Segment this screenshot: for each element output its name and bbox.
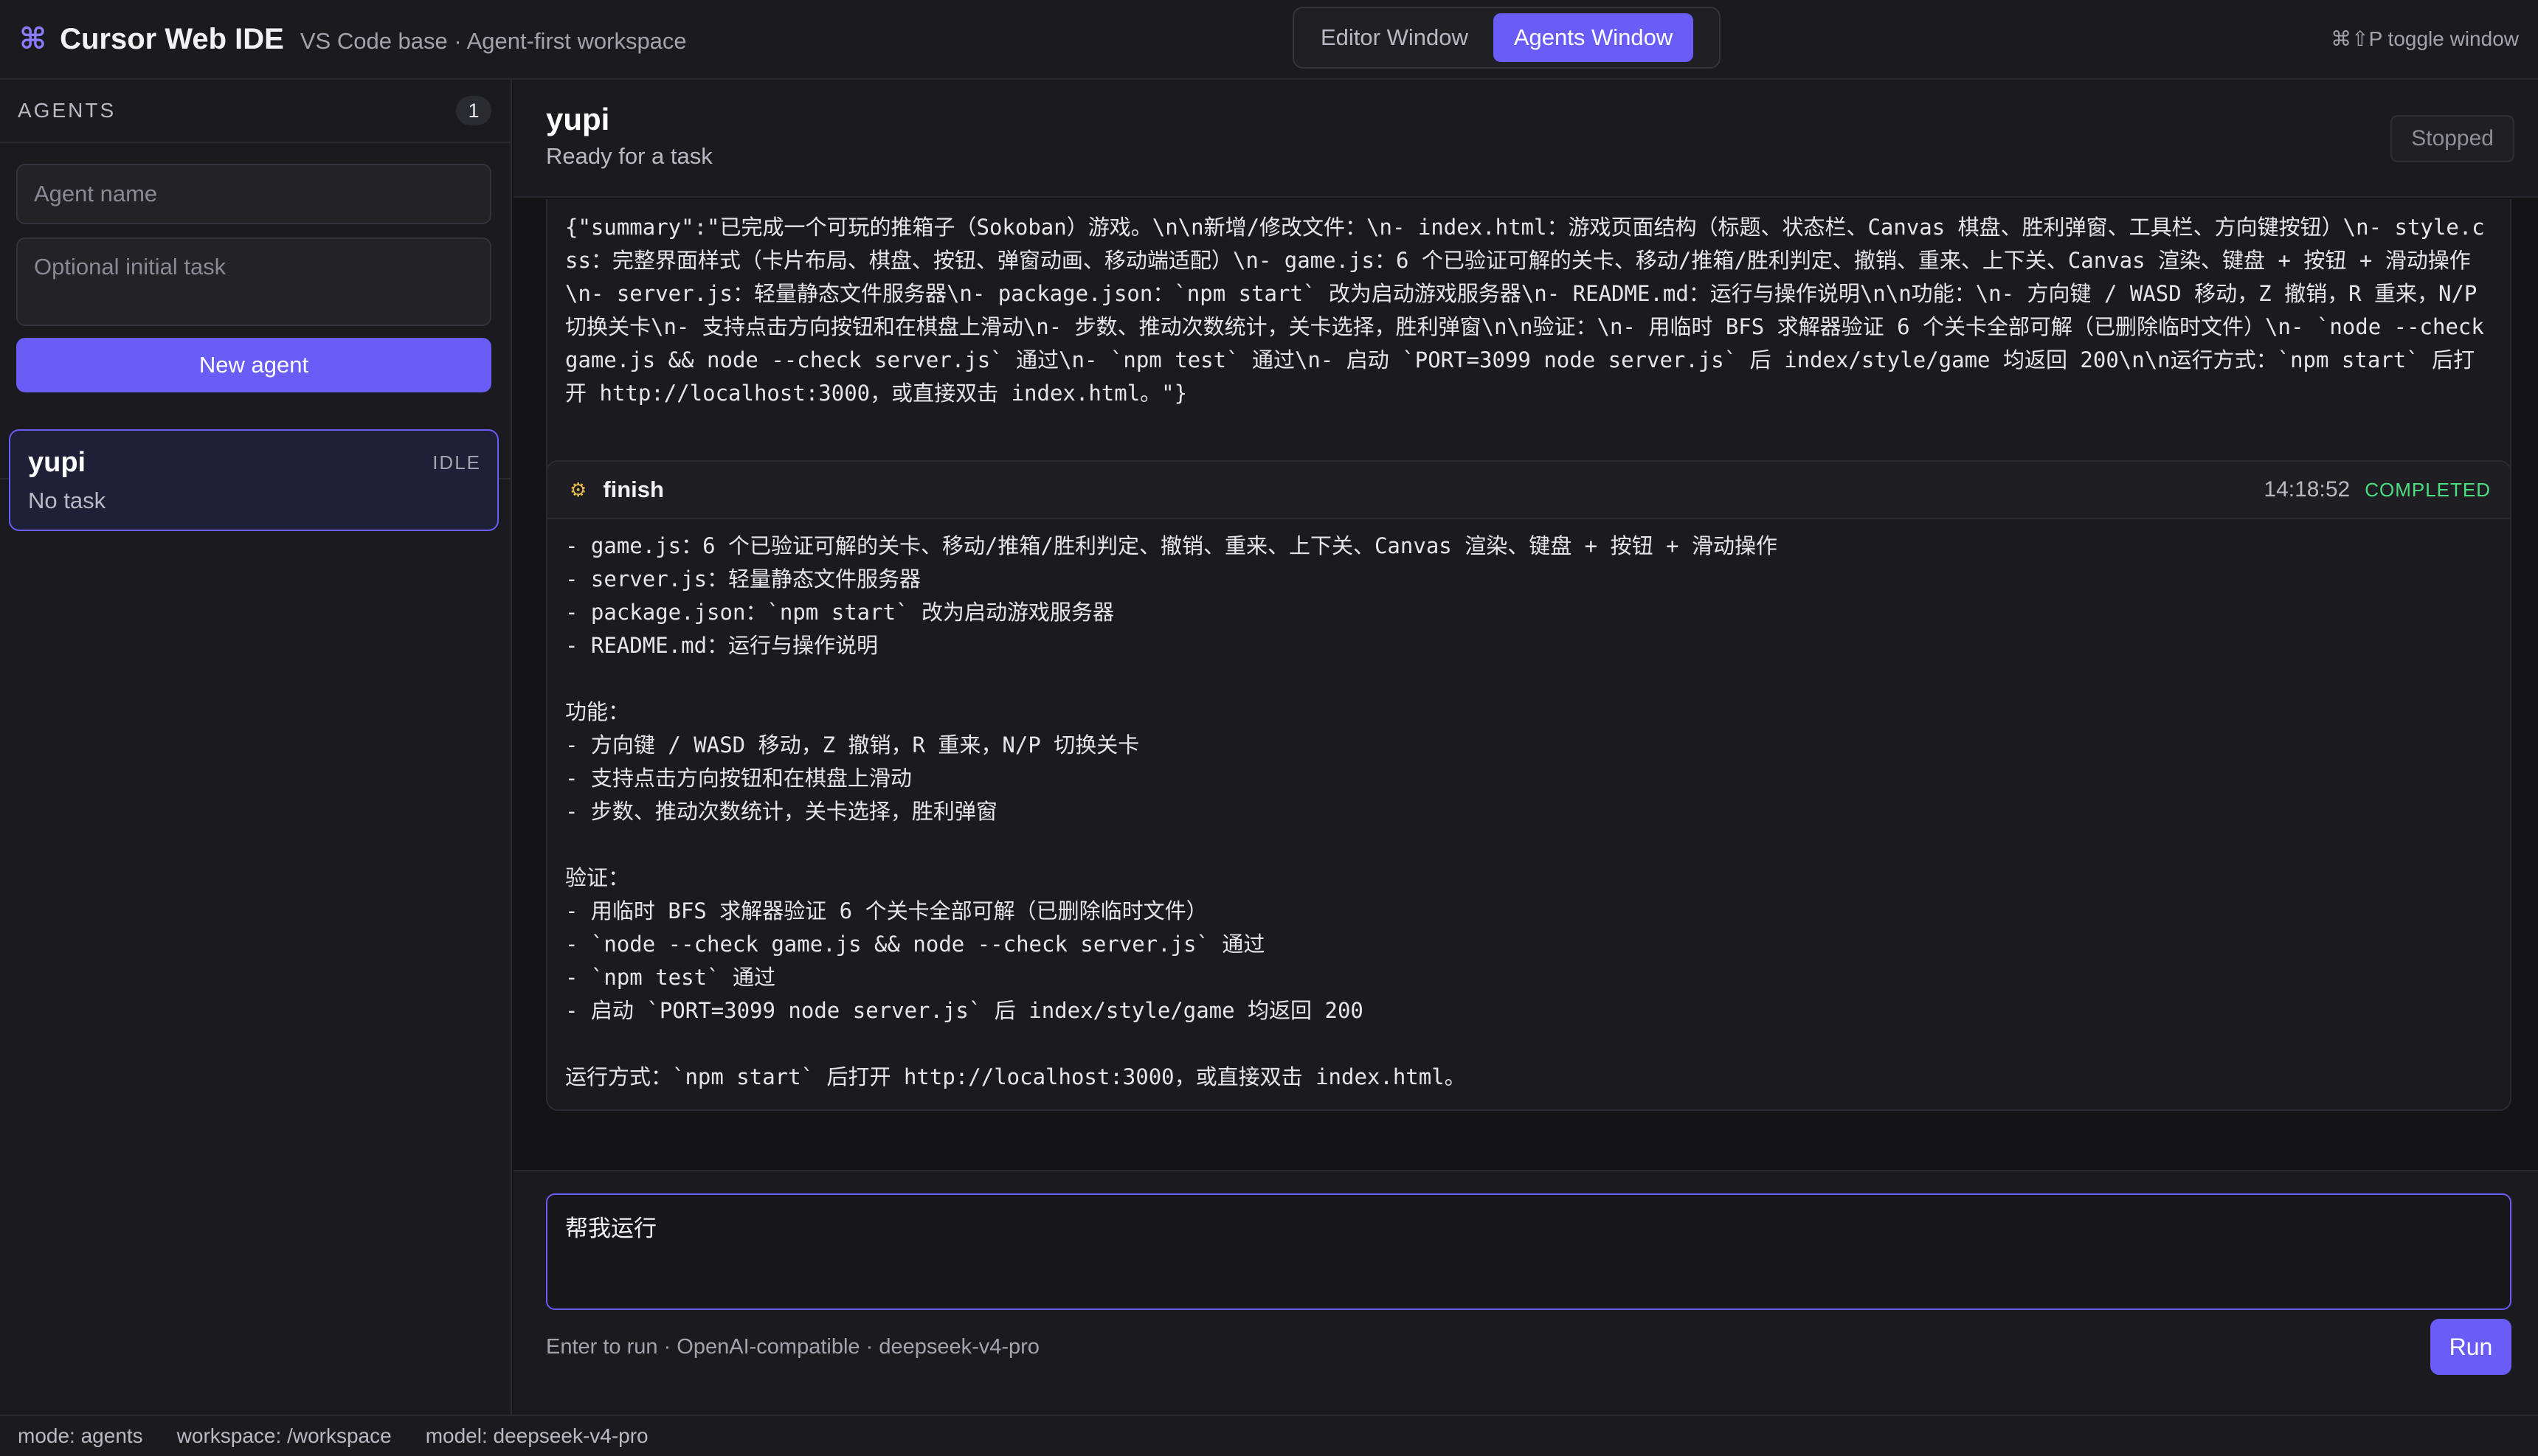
agent-list-item[interactable]: yupi IDLE No task	[9, 429, 499, 531]
run-button[interactable]: Run	[2430, 1319, 2511, 1375]
status-model: model: deepseek-v4-pro	[425, 1424, 649, 1447]
summary-text: {"summary":"已完成一个可玩的推箱子（Sokoban）游戏。\n\n新…	[565, 215, 2497, 406]
run-state-badge: Stopped	[2390, 115, 2514, 162]
agent-state-badge: IDLE	[432, 451, 481, 474]
finish-body[interactable]: - game.js：6 个已验证可解的关卡、移动/推箱/胜利判定、撤销、重来、上…	[547, 519, 2510, 1109]
agent-status-text: Ready for a task	[546, 143, 713, 169]
gear-icon: ⚙	[570, 478, 587, 501]
tab-editor-window[interactable]: Editor Window	[1300, 13, 1489, 62]
initial-task-input[interactable]	[16, 238, 491, 326]
app-title: Cursor Web IDE	[60, 23, 284, 55]
brand: ⌘ Cursor Web IDE VS Code base · Agent-fi…	[0, 22, 687, 56]
agent-header: yupi Ready for a task Stopped	[514, 80, 2538, 198]
agents-header: AGENTS 1	[0, 80, 511, 143]
finish-status-badge: COMPLETED	[2365, 478, 2491, 501]
tab-agents-window[interactable]: Agents Window	[1493, 13, 1694, 62]
top-bar: ⌘ Cursor Web IDE VS Code base · Agent-fi…	[0, 0, 2538, 80]
finish-header[interactable]: ⚙ finish 14:18:52 COMPLETED	[547, 462, 2510, 519]
prompt-input[interactable]: 帮我运行	[546, 1193, 2511, 1310]
agent-title: yupi	[546, 102, 610, 136]
finish-message: ⚙ finish 14:18:52 COMPLETED - game.js：6 …	[546, 460, 2511, 1111]
agents-count-badge: 1	[456, 96, 491, 125]
new-agent-button[interactable]: New agent	[16, 338, 491, 392]
finish-title: finish	[603, 476, 664, 502]
agents-title: AGENTS	[18, 99, 117, 122]
composer-hint: Enter to run · OpenAI-compatible · deeps…	[546, 1335, 1040, 1359]
agent-task: No task	[28, 488, 106, 513]
toggle-window-hint: ⌘⇧P toggle window	[2331, 27, 2519, 50]
status-bar: mode: agents workspace: /workspace model…	[0, 1415, 2538, 1456]
finish-timestamp: 14:18:52	[2264, 477, 2351, 502]
agent-name-input[interactable]	[16, 164, 491, 224]
status-mode: mode: agents	[18, 1424, 143, 1447]
agents-sidebar: AGENTS 1 New agent yupi IDLE No task	[0, 80, 512, 1415]
app-subtitle: VS Code base · Agent-first workspace	[300, 28, 687, 54]
composer: 帮我运行 Enter to run · OpenAI-compatible · …	[514, 1170, 2538, 1415]
command-icon: ⌘	[19, 23, 47, 55]
agent-name: yupi	[28, 447, 86, 478]
status-workspace: workspace: /workspace	[176, 1424, 392, 1447]
window-switch: Editor Window Agents Window	[1293, 7, 1721, 69]
agent-main-panel: yupi Ready for a task Stopped {"summary"…	[514, 80, 2538, 1415]
finish-text: - game.js：6 个已验证可解的关卡、移动/推箱/胜利判定、撤销、重来、上…	[565, 533, 1777, 1089]
